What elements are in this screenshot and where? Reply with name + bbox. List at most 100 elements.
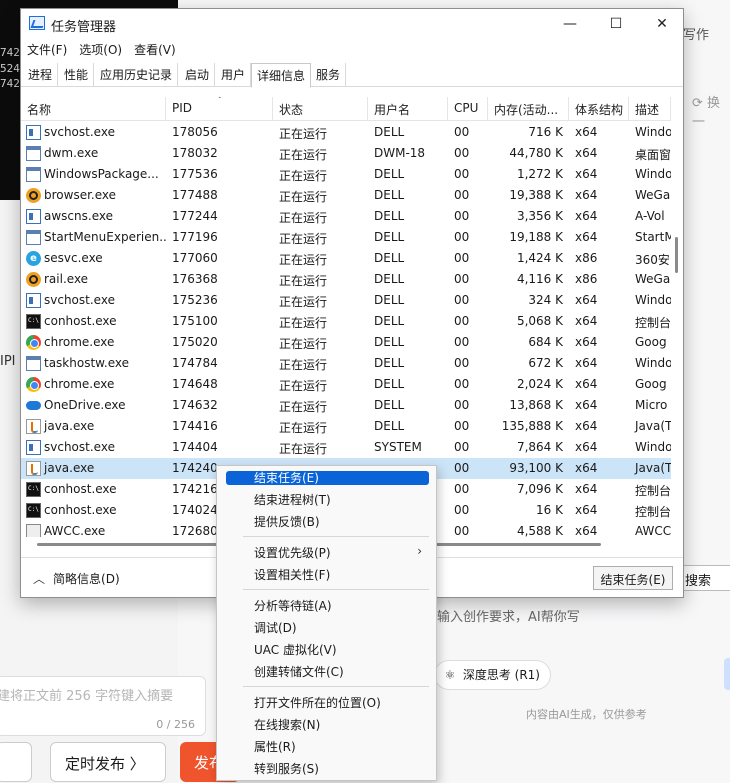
cell-description: Windo (629, 353, 671, 374)
menu-create-dump[interactable]: 创建转储文件(C) (217, 661, 436, 682)
table-row[interactable]: svchost.exe 175236 正在运行 DELL 00 324 K x64 Windo (21, 290, 671, 311)
maximize-button[interactable]: ☐ (593, 9, 639, 39)
cell-memory-text: 19,388 K (509, 188, 563, 202)
minimize-button[interactable]: — (547, 9, 593, 39)
menu-view[interactable]: 查看(V) (128, 39, 182, 58)
cell-pid-text: 178032 (172, 146, 218, 160)
process-con-icon (26, 314, 41, 329)
tab-services[interactable]: 服务 (311, 63, 347, 87)
table-row[interactable]: chrome.exe 175020 正在运行 DELL 00 684 K x64 Goog (21, 332, 671, 353)
end-task-button[interactable]: 结束任务(E) (593, 566, 673, 590)
cell-description-text: StartM (635, 230, 671, 244)
menu-uac-virtualization[interactable]: UAC 虚拟化(V) (217, 639, 436, 660)
tab-startup[interactable]: 启动 (180, 63, 216, 87)
cell-cpu: 00 (448, 185, 488, 206)
cell-name: svchost.exe (21, 122, 166, 143)
ai-hint-text: 输入创作要求，AI帮你写 (437, 610, 580, 625)
change-label: 换一 (692, 96, 721, 130)
cell-cpu-text: 00 (454, 335, 470, 349)
table-row[interactable]: awscns.exe 177244 正在运行 DELL 00 3,356 K x64 A-Vo… (21, 206, 671, 227)
tab-users[interactable]: 用户 (216, 63, 252, 87)
menu-set-affinity[interactable]: 设置相关性(F) (217, 564, 436, 585)
table-row[interactable]: taskhostw.exe 174784 正在运行 DELL 00 672 K x64 Win… (21, 353, 671, 374)
close-button[interactable]: ✕ (639, 9, 683, 39)
menu-go-to-service[interactable]: 转到服务(S) (217, 758, 436, 779)
cell-architecture: x64 (569, 374, 629, 395)
menu-feedback[interactable]: 提供反馈(B) (217, 511, 436, 532)
table-row[interactable]: OneDrive.exe 174632 正在运行 DELL 00 13,868 K x64 M… (21, 395, 671, 416)
tab-details[interactable]: 详细信息 (251, 63, 312, 88)
tab-performance[interactable]: 性能 (59, 63, 95, 87)
left-action-button[interactable] (0, 742, 32, 782)
cell-status: 正在运行 (273, 185, 368, 206)
menu-properties[interactable]: 属性(R) (217, 736, 436, 757)
table-row[interactable]: chrome.exe 174648 正在运行 DELL 00 2,024 K x64 Goog (21, 374, 671, 395)
vertical-scrollbar[interactable] (675, 237, 678, 273)
write-tab[interactable]: 写作 (683, 24, 709, 43)
deep-think-button[interactable]: ⚛ 深度思考 (R1) (434, 660, 551, 690)
schedule-publish-button[interactable]: 定时发布 〉 (50, 742, 166, 782)
summary-textarea[interactable]: 建将正文前 256 字符键入摘要 0 / 256 (0, 676, 206, 736)
cell-cpu: 00 (448, 122, 488, 143)
menu-set-priority[interactable]: 设置优先级(P) › (217, 542, 436, 563)
menu-options[interactable]: 选项(O) (73, 39, 128, 58)
cell-status-text: 正在运行 (279, 358, 328, 372)
cell-architecture-text: x64 (575, 503, 598, 517)
table-row[interactable]: svchost.exe 178056 正在运行 DELL 00 716 K x64 Windo (21, 122, 671, 143)
tab-app-history[interactable]: 应用历史记录 (95, 63, 179, 87)
cell-username: DELL (368, 416, 448, 437)
menu-bar: 文件(F) 选项(O) 查看(V) (21, 39, 683, 61)
menu-file[interactable]: 文件(F) (21, 39, 73, 58)
cell-status-text: 正在运行 (279, 295, 328, 309)
cell-architecture-text: x64 (575, 461, 598, 475)
process-browser-icon (26, 272, 41, 287)
cell-username: DELL (368, 122, 448, 143)
fewer-details-toggle[interactable]: ︿ 简略信息(D) (33, 570, 120, 587)
col-memory[interactable]: 内存(活动... (488, 97, 569, 121)
cell-description: Windo (629, 437, 671, 458)
cell-memory: 716 K (488, 122, 569, 143)
cell-pid: 177488 (166, 185, 273, 206)
table-row[interactable]: e sesvc.exe 177060 正在运行 DELL 00 1,424 K x86 360安 (21, 248, 671, 269)
deep-think-label: 深度思考 (R1) (462, 668, 540, 682)
table-row[interactable]: svchost.exe 174404 正在运行 SYSTEM 00 7,864 K x64 W… (21, 437, 671, 458)
cell-username: DELL (368, 164, 448, 185)
send-button-edge[interactable] (724, 658, 730, 690)
table-row[interactable]: java.exe 174416 正在运行 DELL 00 135,888 K x64 Java… (21, 416, 671, 437)
table-row[interactable]: browser.exe 177488 正在运行 DELL 00 19,388 K x64 We… (21, 185, 671, 206)
table-row[interactable]: conhost.exe 175100 正在运行 DELL 00 5,068 K x64 控制台 (21, 311, 671, 332)
cell-name-text: rail.exe (44, 272, 89, 286)
search-button[interactable]: 搜索 (676, 565, 730, 591)
menu-analyze-wait-chain[interactable]: 分析等待链(A) (217, 595, 436, 616)
cell-username-text: DELL (374, 272, 405, 286)
table-row[interactable]: dwm.exe 178032 正在运行 DWM-18 00 44,780 K x64 桌面窗 (21, 143, 671, 164)
cell-username-text: DELL (374, 230, 405, 244)
cell-cpu-text: 00 (454, 377, 470, 391)
col-name[interactable]: 名称 (21, 97, 166, 121)
cell-name-text: dwm.exe (44, 146, 99, 160)
change-link[interactable]: ⟳ 换一 (692, 92, 730, 130)
cell-pid: 175236 (166, 290, 273, 311)
process-app-icon (26, 146, 41, 161)
table-row[interactable]: StartMenuExperien... 177196 正在运行 DELL 00 19,1… (21, 227, 671, 248)
menu-search-online[interactable]: 在线搜索(N) (217, 714, 436, 735)
menu-end-task[interactable]: 结束任务(E) (226, 471, 429, 485)
col-status[interactable]: 状态 (273, 97, 368, 121)
title-bar[interactable]: 任务管理器 — ☐ ✕ (21, 9, 683, 39)
menu-open-file-location[interactable]: 打开文件所在的位置(O) (217, 692, 436, 713)
col-description[interactable]: 描述 (629, 97, 671, 121)
menu-end-process-tree[interactable]: 结束进程树(T) (217, 489, 436, 510)
menu-debug[interactable]: 调试(D) (217, 617, 436, 638)
cell-architecture: x86 (569, 269, 629, 290)
cell-name-text: conhost.exe (44, 482, 117, 496)
cell-name: WindowsPackage... (21, 164, 166, 185)
table-row[interactable]: rail.exe 176368 正在运行 DELL 00 4,116 K x86 WeGa (21, 269, 671, 290)
col-cpu[interactable]: CPU (448, 97, 488, 121)
process-chrome-icon (26, 335, 41, 350)
col-username[interactable]: 用户名 (368, 97, 448, 121)
tab-processes[interactable]: 进程 (23, 63, 59, 87)
cell-memory-text: 324 K (528, 293, 563, 307)
cell-username-text: DELL (374, 419, 405, 433)
col-architecture[interactable]: 体系结构 (569, 97, 629, 121)
table-row[interactable]: WindowsPackage... 177536 正在运行 DELL 00 1,272 K… (21, 164, 671, 185)
